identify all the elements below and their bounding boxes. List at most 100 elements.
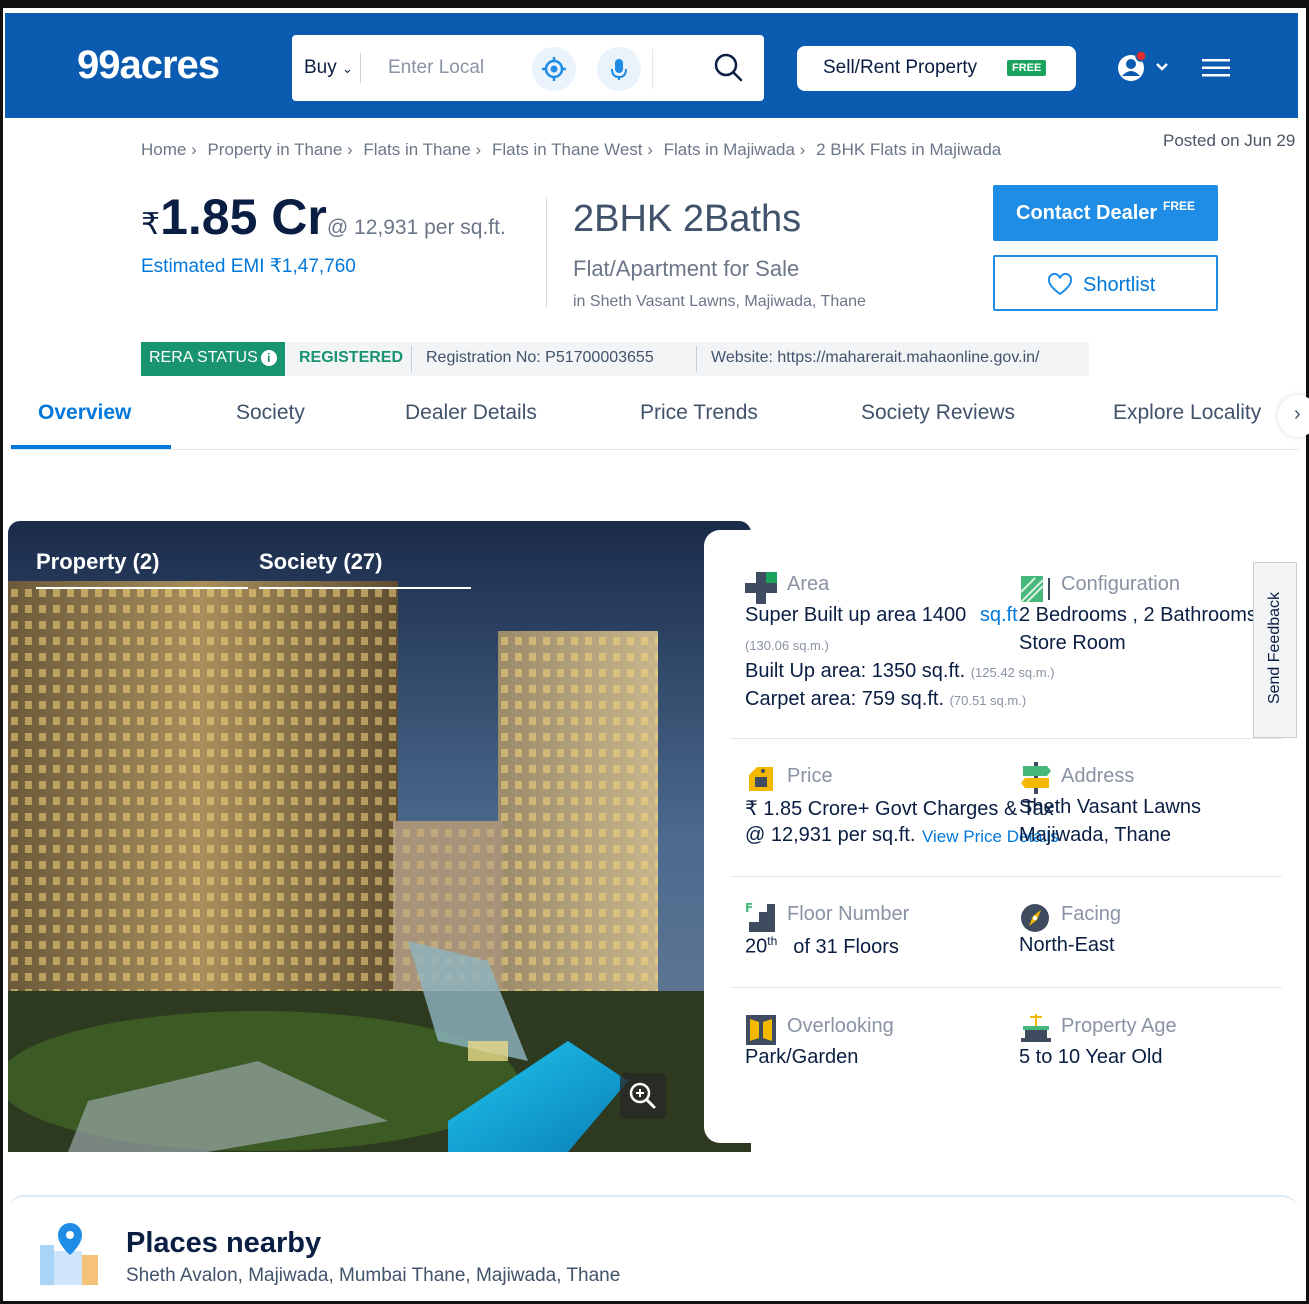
estimated-emi-link[interactable]: Estimated EMI ₹1,47,760 <box>141 255 356 278</box>
facing-label: Facing <box>1061 903 1122 925</box>
carpet-sqm: (70.51 sq.m.) <box>949 693 1027 708</box>
breadcrumb-home[interactable]: Home › <box>141 140 197 159</box>
floor-total: of 31 Floors <box>793 935 899 958</box>
address-signpost-icon <box>1021 762 1051 794</box>
address-label: Address <box>1061 765 1135 787</box>
tabs-scroll-right-button[interactable]: › <box>1278 395 1309 437</box>
shortlist-button[interactable]: Shortlist <box>993 255 1218 311</box>
heart-icon <box>1047 273 1073 296</box>
free-badge: FREE <box>1007 60 1047 76</box>
site-logo[interactable]: 99acres <box>77 43 220 88</box>
gallery-tab-underline <box>259 587 471 589</box>
locality-search-input[interactable]: Enter Local <box>388 57 484 79</box>
price-per-sqft: @ 12,931 per sq.ft. <box>326 216 506 239</box>
gallery-tab-underline <box>36 587 248 589</box>
tab-overview[interactable]: Overview <box>38 401 131 425</box>
search-button[interactable] <box>712 51 746 90</box>
breadcrumb-flats-thane[interactable]: Flats in Thane › <box>363 140 481 159</box>
active-tab-indicator <box>11 445 171 449</box>
price-details-line1: ₹ 1.85 Crore+ Govt Charges & Tax <box>745 798 1054 820</box>
floor-suffix: th <box>767 934 778 948</box>
top-navbar: 99acres Buy ⌄ Enter Local Sell/Rent Prop… <box>5 13 1298 118</box>
rera-registered: REGISTERED <box>299 349 404 366</box>
breadcrumb-current[interactable]: 2 BHK Flats in Majiwada <box>816 140 1001 159</box>
tab-dealer-details[interactable]: Dealer Details <box>405 401 537 425</box>
zoom-photo-button[interactable] <box>620 1073 666 1119</box>
carpet-value: Carpet area: 759 sq.ft. <box>745 688 945 710</box>
price-details-line2: @ 12,931 per sq.ft. <box>745 824 916 846</box>
location-target-icon <box>542 57 566 81</box>
buy-dropdown[interactable]: Buy ⌄ <box>304 57 353 79</box>
sell-rent-label: Sell/Rent Property <box>823 57 978 78</box>
divider <box>730 738 1282 739</box>
places-nearby-subtitle: Sheth Avalon, Majiwada, Mumbai Thane, Ma… <box>126 1265 621 1286</box>
section-tabs: Overview Society Dealer Details Price Tr… <box>8 395 1309 450</box>
area-unit-toggle[interactable]: sq.ft. <box>980 604 1023 626</box>
contact-dealer-label: Contact Dealer <box>1016 202 1158 224</box>
rera-registration-number: Registration No: P51700003655 <box>426 349 654 366</box>
menu-icon <box>1202 59 1230 77</box>
built-up-value: Built Up area: 1350 sq.ft. <box>745 660 966 682</box>
price-value: 1.85 Cr <box>160 189 327 245</box>
facing-value: North-East <box>1019 934 1115 956</box>
send-feedback-tab[interactable]: Send Feedback <box>1253 562 1297 738</box>
property-photo[interactable] <box>8 521 751 1152</box>
svg-text:F: F <box>745 901 753 915</box>
tab-society[interactable]: Society <box>236 401 305 425</box>
sell-rent-property-button[interactable]: Sell/Rent Property FREE <box>797 46 1076 91</box>
gallery-tab-property[interactable]: Property (2) <box>36 549 159 575</box>
built-up-area: Built Up area: 1350 sq.ft. (125.42 sq.m.… <box>745 660 1055 683</box>
compass-icon <box>1021 904 1049 932</box>
gallery-tab-society[interactable]: Society (27) <box>259 549 383 575</box>
user-icon <box>1118 50 1168 81</box>
super-built-up-area: Super Built up area 1400 sq.ft. <box>745 604 1023 627</box>
area-icon <box>745 572 777 604</box>
breadcrumb-property-thane[interactable]: Property in Thane › <box>207 140 352 159</box>
free-badge: FREE <box>1163 199 1196 213</box>
floor-number-label: Floor Number <box>787 903 910 925</box>
places-nearby-section: Places nearby Sheth Avalon, Majiwada, Mu… <box>8 1195 1298 1304</box>
locate-me-button[interactable] <box>532 47 576 91</box>
divider <box>411 346 412 372</box>
listing-title: 2BHK 2Baths <box>573 198 802 240</box>
shortlist-label: Shortlist <box>1083 274 1156 296</box>
search-bar[interactable]: Buy ⌄ Enter Local <box>292 35 764 101</box>
property-type: Flat/Apartment for Sale <box>573 256 800 281</box>
built-up-sqm: (125.42 sq.m.) <box>970 665 1055 680</box>
divider <box>730 987 1282 988</box>
tab-society-reviews[interactable]: Society Reviews <box>861 401 1015 425</box>
configuration-icon <box>1020 576 1050 603</box>
voice-search-button[interactable] <box>597 47 641 91</box>
microphone-icon <box>611 59 627 80</box>
property-location: in Sheth Vasant Lawns, Majiwada, Thane <box>573 293 866 310</box>
breadcrumb-flats-thane-west[interactable]: Flats in Thane West › <box>492 140 653 159</box>
zoom-in-icon <box>629 1082 656 1109</box>
buy-label: Buy <box>304 57 337 78</box>
chevron-right-icon: › <box>1294 403 1301 425</box>
property-photo-gallery[interactable]: Property (2) Society (27) <box>8 521 751 1152</box>
super-built-up-value: Super Built up area 1400 <box>745 604 967 626</box>
places-nearby-title: Places nearby <box>126 1227 322 1259</box>
divider <box>730 876 1282 877</box>
rupee-symbol: ₹ <box>141 208 161 241</box>
tab-explore-locality[interactable]: Explore Locality <box>1113 401 1261 425</box>
divider <box>360 53 361 83</box>
search-icon <box>714 53 743 82</box>
floor-number-icon: F <box>745 901 775 932</box>
chevron-down-icon: ⌄ <box>342 61 353 76</box>
rera-website: Website: https://maharerait.mahaonline.g… <box>711 349 1040 366</box>
contact-dealer-button[interactable]: Contact Dealer FREE <box>993 185 1218 241</box>
divider <box>652 49 653 89</box>
user-account-menu[interactable] <box>1111 48 1173 93</box>
tab-price-trends[interactable]: Price Trends <box>640 401 758 425</box>
divider <box>546 198 547 308</box>
hamburger-menu-button[interactable] <box>1202 58 1232 83</box>
info-icon[interactable]: i <box>260 350 277 366</box>
breadcrumb: Home › Property in Thane › Flats in Than… <box>141 140 1007 160</box>
rera-bar: RERA STATUS i REGISTERED Registration No:… <box>141 342 1089 376</box>
address-line2: Majiwada, Thane <box>1019 824 1171 846</box>
overlooking-label: Overlooking <box>787 1015 894 1037</box>
configuration-rooms: 2 Bedrooms , 2 Bathrooms <box>1019 604 1257 626</box>
rera-status[interactable]: RERA STATUS i <box>141 342 285 376</box>
breadcrumb-flats-majiwada[interactable]: Flats in Majiwada › <box>664 140 806 159</box>
